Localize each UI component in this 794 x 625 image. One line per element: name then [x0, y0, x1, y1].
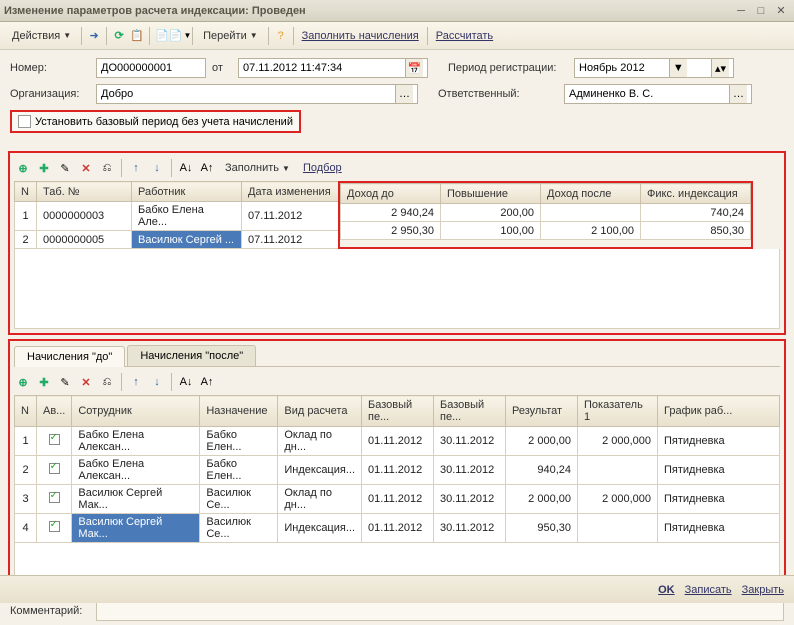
tab-after[interactable]: Начисления "после" [127, 345, 256, 366]
base-period-checkbox[interactable] [18, 115, 31, 128]
dropdown-icon[interactable]: ▼ [669, 59, 687, 77]
table-row: 20000000005Василюк Сергей ...07.11.2012 [15, 231, 340, 249]
table-row: 2 950,30100,002 100,00850,30 [341, 222, 751, 240]
close-button[interactable]: Закрыть [742, 584, 784, 596]
col-auto[interactable]: Ав... [37, 396, 72, 427]
delete-icon[interactable]: ✕ [77, 159, 95, 177]
delete-icon[interactable]: ✕ [77, 373, 95, 391]
copy-icon[interactable]: 📋 [129, 28, 145, 44]
calc-link[interactable]: Рассчитать [432, 30, 497, 42]
fill-menu[interactable]: Заполнить▼ [219, 159, 296, 177]
col-income-after[interactable]: Доход после [541, 184, 641, 204]
bottom-table-frame: Начисления "до" Начисления "после" ⊕ ✚ ✎… [8, 339, 786, 593]
calendar-icon[interactable]: 📅 [405, 59, 423, 77]
main-toolbar: Действия▼ ➜ ⟳ 📋 📄 📄▼ Перейти▼ ? Заполнит… [0, 22, 794, 50]
auto-checkbox[interactable] [49, 434, 60, 445]
col-n[interactable]: N [15, 396, 37, 427]
col-income-before[interactable]: Доход до [341, 184, 441, 204]
resp-input[interactable]: Админенко В. С.… [564, 84, 752, 104]
number-input[interactable]: ДО000000001 [96, 58, 206, 78]
period-label: Период регистрации: [448, 62, 568, 74]
auto-checkbox[interactable] [49, 521, 60, 532]
base-period-checkbox-frame: Установить базовый период без учета начи… [10, 110, 301, 133]
refresh-icon[interactable]: ⟳ [111, 28, 127, 44]
bottom-mini-toolbar: ⊕ ✚ ✎ ✕ ⎌ ↑ ↓ A↓ A↑ [14, 371, 780, 395]
maximize-button[interactable]: □ [752, 3, 770, 19]
move-up-icon[interactable]: ↑ [127, 159, 145, 177]
select-link[interactable]: Подбор [299, 162, 346, 174]
sort-asc-icon[interactable]: A↓ [177, 159, 195, 177]
col-ass[interactable]: Назначение [200, 396, 278, 427]
from-label: от [212, 62, 232, 74]
sort-desc-icon[interactable]: A↑ [198, 373, 216, 391]
select-icon[interactable]: … [729, 85, 747, 103]
base-period-label: Установить базовый период без учета начи… [35, 116, 293, 128]
move-down-icon[interactable]: ↓ [148, 373, 166, 391]
move-up-icon[interactable]: ↑ [127, 373, 145, 391]
org-input[interactable]: Добро… [96, 84, 418, 104]
edit-icon[interactable]: ✎ [56, 159, 74, 177]
sort-desc-icon[interactable]: A↑ [198, 159, 216, 177]
top-table-right[interactable]: Доход до Повышение Доход после Фикс. инд… [340, 183, 751, 240]
help-icon[interactable]: ? [273, 28, 289, 44]
table-row: 2 940,24200,00740,24 [341, 204, 751, 222]
goto-menu[interactable]: Перейти▼ [197, 27, 264, 45]
resp-label: Ответственный: [438, 88, 558, 100]
top-table-frame: ⊕ ✚ ✎ ✕ ⎌ ↑ ↓ A↓ A↑ Заполнить▼ Подбор N … [8, 151, 786, 335]
select-icon[interactable]: … [395, 85, 413, 103]
auto-checkbox[interactable] [49, 463, 60, 474]
edit-icon[interactable]: ✎ [56, 373, 74, 391]
comment-input[interactable] [96, 601, 784, 621]
undo-icon[interactable]: ⎌ [98, 373, 116, 391]
table-row: 2Бабко Елена Алексан...Бабко Елен...Инде… [15, 456, 780, 485]
table-row: 1Бабко Елена Алексан...Бабко Елен...Окла… [15, 427, 780, 456]
table-row: 3Василюк Сергей Мак...Василюк Се...Оклад… [15, 485, 780, 514]
post-icon[interactable]: ➜ [86, 28, 102, 44]
tab-before[interactable]: Начисления "до" [14, 346, 125, 367]
table-row: 10000000003Бабко Елена Але...07.11.2012 [15, 202, 340, 231]
col-p1[interactable]: Показатель 1 [578, 396, 658, 427]
doc2-icon[interactable]: 📄▼ [172, 28, 188, 44]
bottom-table[interactable]: N Ав... Сотрудник Назначение Вид расчета… [14, 395, 780, 543]
col-emp[interactable]: Работник [132, 182, 242, 202]
col-raise[interactable]: Повышение [441, 184, 541, 204]
add-icon[interactable]: ⊕ [14, 159, 32, 177]
col-n[interactable]: N [15, 182, 37, 202]
auto-checkbox[interactable] [49, 492, 60, 503]
col-date[interactable]: Дата изменения [242, 182, 340, 202]
top-table-left[interactable]: N Таб. № Работник Дата изменения 1000000… [14, 181, 340, 249]
titlebar: Изменение параметров расчета индексации:… [0, 0, 794, 22]
date-input[interactable]: 07.11.2012 11:47:34📅 [238, 58, 428, 78]
col-b1[interactable]: Базовый пе... [362, 396, 434, 427]
col-emp[interactable]: Сотрудник [72, 396, 200, 427]
copy-row-icon[interactable]: ✚ [35, 159, 53, 177]
copy-row-icon[interactable]: ✚ [35, 373, 53, 391]
table-row: 4Василюк Сергей Мак...Василюк Се...Индек… [15, 514, 780, 543]
undo-icon[interactable]: ⎌ [98, 159, 116, 177]
window-title: Изменение параметров расчета индексации:… [4, 5, 732, 17]
stepper-icon[interactable]: ▴▾ [711, 59, 729, 77]
ok-button[interactable]: OK [658, 584, 675, 596]
footer: OK Записать Закрыть [0, 575, 794, 603]
col-graph[interactable]: График раб... [658, 396, 780, 427]
close-button[interactable]: ✕ [772, 3, 790, 19]
minimize-button[interactable]: ─ [732, 3, 750, 19]
period-input[interactable]: Ноябрь 2012▼▴▾ [574, 58, 734, 78]
col-fix[interactable]: Фикс. индексация [641, 184, 751, 204]
doc1-icon[interactable]: 📄 [154, 28, 170, 44]
col-type[interactable]: Вид расчета [278, 396, 362, 427]
sort-asc-icon[interactable]: A↓ [177, 373, 195, 391]
col-tab[interactable]: Таб. № [37, 182, 132, 202]
actions-menu[interactable]: Действия▼ [6, 27, 77, 45]
org-label: Организация: [10, 88, 90, 100]
number-label: Номер: [10, 62, 90, 74]
save-button[interactable]: Записать [685, 584, 732, 596]
col-res[interactable]: Результат [506, 396, 578, 427]
move-down-icon[interactable]: ↓ [148, 159, 166, 177]
add-icon[interactable]: ⊕ [14, 373, 32, 391]
comment-label: Комментарий: [10, 605, 90, 617]
col-b2[interactable]: Базовый пе... [434, 396, 506, 427]
top-mini-toolbar: ⊕ ✚ ✎ ✕ ⎌ ↑ ↓ A↓ A↑ Заполнить▼ Подбор [14, 157, 780, 181]
fill-link[interactable]: Заполнить начисления [298, 30, 423, 42]
